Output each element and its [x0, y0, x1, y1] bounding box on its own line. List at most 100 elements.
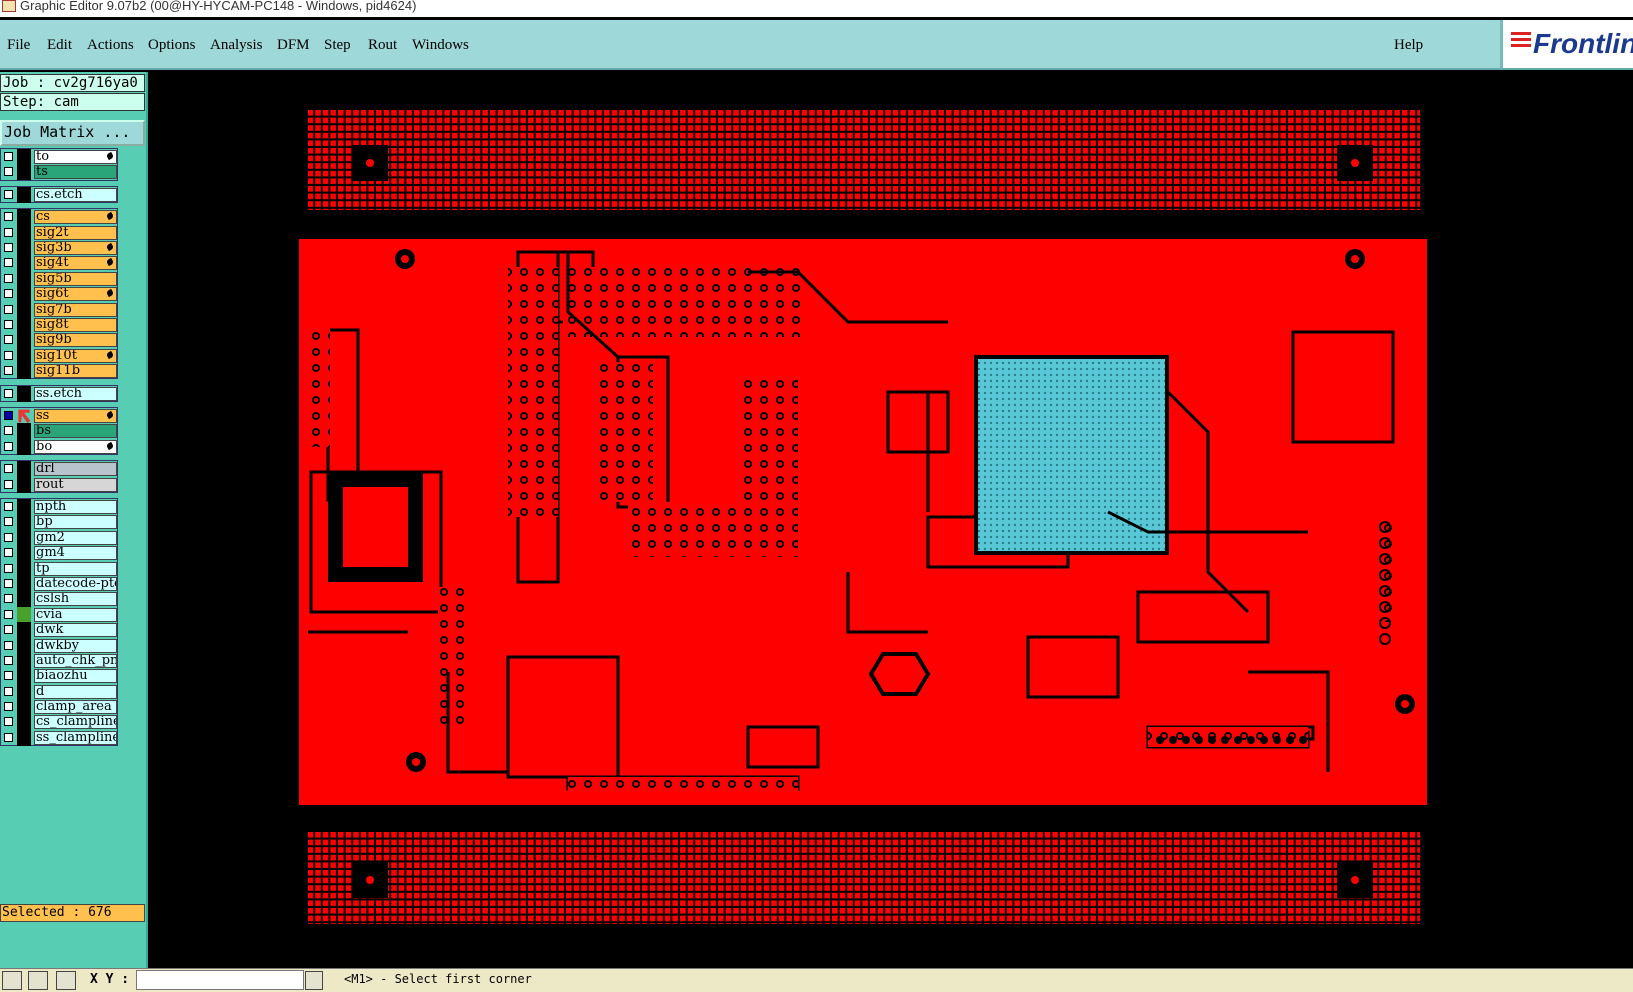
layer-name[interactable]: sig11b — [34, 364, 117, 379]
layer-indicator[interactable] — [17, 423, 31, 440]
zoom-tool-button[interactable] — [2, 971, 22, 990]
measure-tool-button[interactable] — [28, 971, 48, 990]
layer-name[interactable]: datecode-pto — [34, 576, 117, 591]
layer-indicator[interactable] — [17, 385, 31, 402]
layer-name[interactable]: sig5b — [34, 271, 117, 286]
layer-name[interactable]: drl — [34, 462, 117, 477]
layer-row-sig7b[interactable]: sig7b — [1, 301, 117, 318]
layer-row-sig3b[interactable]: sig3b — [1, 239, 117, 256]
layer-indicator[interactable] — [17, 438, 31, 455]
layer-checkbox[interactable] — [4, 289, 13, 299]
layer-indicator[interactable] — [17, 224, 31, 241]
layer-row-sig8t[interactable]: sig8t — [1, 316, 117, 333]
layer-name[interactable]: sig10t — [34, 348, 117, 363]
menu-step[interactable]: Step — [324, 37, 351, 54]
layer-indicator[interactable] — [17, 363, 31, 380]
layer-row-clamp-area[interactable]: clamp_area — [1, 699, 117, 716]
layer-row-datecode-pto[interactable]: datecode-pto — [1, 575, 117, 592]
layer-name[interactable]: dwk — [34, 623, 117, 638]
layer-indicator[interactable] — [17, 347, 31, 364]
layer-indicator[interactable] — [17, 714, 31, 731]
layer-checkbox[interactable] — [4, 671, 13, 681]
layer-row-cs-clampline[interactable]: cs_clampline — [1, 714, 117, 731]
layer-indicator[interactable] — [17, 668, 31, 685]
layer-row-cvia[interactable]: cvia — [1, 606, 117, 623]
layer-row-to[interactable]: to — [1, 149, 117, 165]
layer-name[interactable]: d — [34, 684, 117, 699]
layer-checkbox[interactable] — [4, 732, 13, 742]
layer-name[interactable]: cvia — [34, 607, 117, 622]
layer-indicator[interactable] — [17, 545, 31, 562]
layer-name[interactable]: to — [34, 150, 117, 164]
layer-name[interactable]: clamp_area — [34, 700, 117, 715]
layer-checkbox[interactable] — [4, 594, 13, 604]
layer-name[interactable]: gm2 — [34, 530, 117, 545]
layer-indicator[interactable] — [17, 239, 31, 256]
layer-indicator[interactable] — [17, 461, 31, 478]
layer-indicator[interactable] — [17, 652, 31, 669]
layer-indicator[interactable] — [17, 301, 31, 318]
layer-checkbox[interactable] — [4, 152, 13, 161]
layer-name[interactable]: rout — [34, 477, 117, 492]
menu-options[interactable]: Options — [148, 37, 196, 54]
layer-name[interactable]: sig4t — [34, 256, 117, 271]
layer-checkbox[interactable] — [4, 502, 13, 511]
layer-name[interactable]: cslsh — [34, 592, 117, 607]
layer-row-gm2[interactable]: gm2 — [1, 529, 117, 546]
layer-checkbox[interactable] — [4, 366, 13, 376]
layer-checkbox[interactable] — [4, 563, 13, 573]
layer-name[interactable]: cs_clampline — [34, 715, 117, 730]
layer-checkbox[interactable] — [4, 609, 13, 619]
layer-checkbox[interactable] — [4, 319, 13, 329]
layer-name[interactable]: gm4 — [34, 546, 117, 561]
layer-indicator[interactable] — [17, 332, 31, 349]
layer-row-bo[interactable]: bo — [1, 438, 117, 455]
layer-indicator[interactable] — [17, 637, 31, 654]
pcb-view[interactable] — [148, 72, 1633, 968]
layer-row-sig4t[interactable]: sig4t — [1, 255, 117, 272]
layer-indicator[interactable] — [17, 209, 31, 226]
layer-row-sig11b[interactable]: sig11b — [1, 363, 117, 380]
layer-checkbox[interactable] — [4, 686, 13, 696]
layer-indicator[interactable] — [17, 186, 31, 203]
work-layer-arrow-icon[interactable] — [18, 409, 31, 424]
layer-checkbox[interactable] — [4, 350, 13, 360]
menu-windows[interactable]: Windows — [412, 37, 469, 54]
layer-name[interactable]: sig8t — [34, 317, 117, 332]
layer-checkbox[interactable] — [4, 335, 13, 345]
layer-name[interactable]: bp — [34, 515, 117, 530]
layer-name[interactable]: sig3b — [34, 240, 117, 255]
layer-row-auto-chk-pnl[interactable]: auto_chk_pnl — [1, 652, 117, 669]
layer-row-npth[interactable]: npth — [1, 499, 117, 515]
layer-indicator[interactable] — [17, 575, 31, 592]
layer-checkbox[interactable] — [4, 548, 13, 558]
layer-name[interactable]: tp — [34, 561, 117, 576]
layer-indicator[interactable] — [17, 255, 31, 272]
layer-indicator[interactable] — [17, 683, 31, 700]
layer-name[interactable]: sig7b — [34, 302, 117, 317]
menu-actions[interactable]: Actions — [87, 37, 134, 54]
graphic-canvas[interactable] — [148, 72, 1633, 968]
layer-name[interactable]: cs — [34, 210, 117, 225]
layer-row-bp[interactable]: bp — [1, 514, 117, 531]
layer-row-dwkby[interactable]: dwkby — [1, 637, 117, 654]
layer-indicator[interactable] — [17, 699, 31, 716]
layer-checkbox[interactable] — [4, 273, 13, 283]
layer-name[interactable]: auto_chk_pnl — [34, 653, 117, 668]
layer-row-sig9b[interactable]: sig9b — [1, 332, 117, 349]
layer-row-d[interactable]: d — [1, 683, 117, 700]
layer-row-ss-clampline[interactable]: ss_clampline — [1, 729, 117, 746]
layer-row-rout[interactable]: rout — [1, 476, 117, 493]
layer-name[interactable]: sig9b — [34, 333, 117, 348]
layer-row-cs[interactable]: cs — [1, 209, 117, 226]
layer-name[interactable]: bs — [34, 424, 117, 439]
layer-indicator[interactable] — [17, 316, 31, 333]
layer-indicator[interactable] — [17, 149, 31, 165]
layer-row-gm4[interactable]: gm4 — [1, 545, 117, 562]
layer-name[interactable]: cs.etch — [34, 187, 117, 202]
layer-checkbox[interactable] — [4, 655, 13, 665]
layer-checkbox[interactable] — [4, 304, 13, 314]
layer-indicator[interactable] — [17, 164, 31, 181]
layer-row-tp[interactable]: tp — [1, 560, 117, 577]
layer-checkbox[interactable] — [4, 625, 13, 635]
